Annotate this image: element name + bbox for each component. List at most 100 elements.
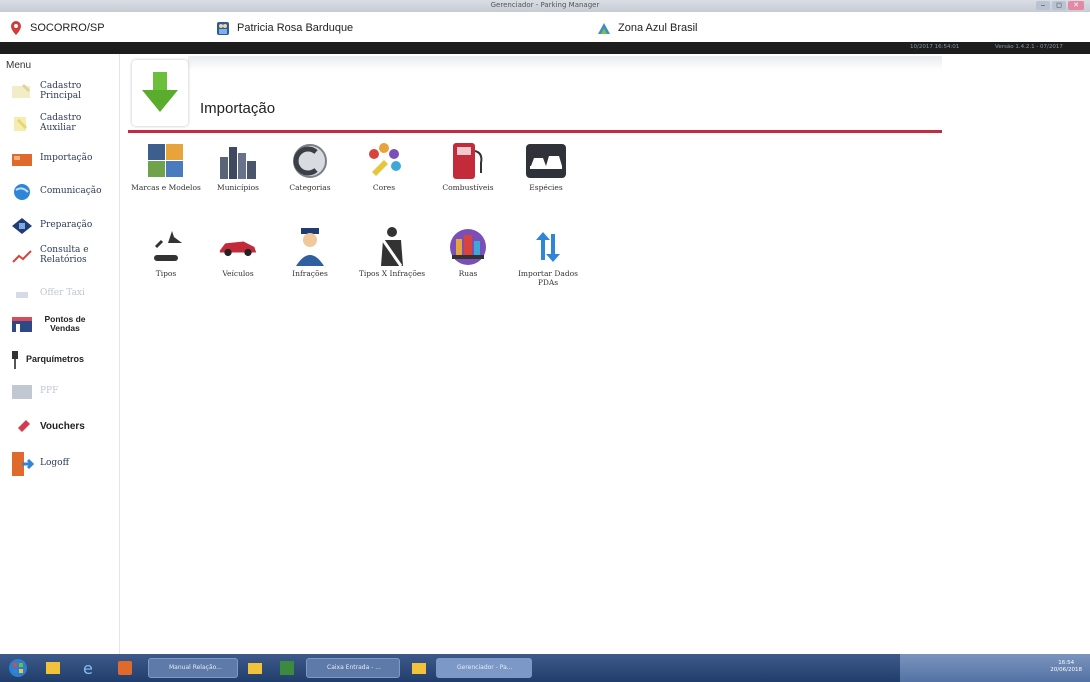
tile-importar-dados-pdas[interactable]: Importar Dados PDAs bbox=[510, 228, 586, 287]
plane-car-icon bbox=[150, 231, 182, 261]
explorer-taskbar-icon[interactable] bbox=[410, 658, 428, 678]
tile-label: Tipos bbox=[155, 269, 177, 278]
title-divider bbox=[128, 130, 942, 133]
location-pin-icon bbox=[11, 21, 21, 35]
tile-veiculos[interactable]: Veículos bbox=[200, 228, 276, 279]
system-tray: 16:54 20/06/2018 bbox=[900, 654, 1090, 682]
puzzle-icon bbox=[148, 144, 183, 177]
menu-title: Menu bbox=[6, 60, 32, 71]
page-icon-frame bbox=[132, 60, 188, 126]
city-indicator: SOCORRO/SP bbox=[8, 20, 105, 36]
sidebar-item-pontos-vendas[interactable]: Pontos de Vendas bbox=[10, 314, 90, 334]
maximize-button[interactable]: ◻ bbox=[1052, 1, 1066, 10]
minimize-button[interactable]: – bbox=[1036, 1, 1050, 10]
fuel-pump-icon bbox=[453, 143, 483, 179]
tile-municipios[interactable]: Municípios bbox=[200, 142, 276, 193]
sidebar-item-comunicacao[interactable]: Comunicação bbox=[10, 182, 102, 202]
street-icon bbox=[450, 229, 486, 265]
page-title: Importação bbox=[200, 100, 276, 117]
vehicles-icon bbox=[526, 144, 566, 178]
sidebar-item-importacao[interactable]: Importação bbox=[10, 149, 92, 169]
car-icon bbox=[219, 241, 257, 257]
tile-categorias[interactable]: Categorias bbox=[272, 142, 348, 193]
user-indicator: Patricia Rosa Barduque bbox=[215, 20, 353, 36]
tile-cores[interactable]: Cores bbox=[346, 142, 422, 193]
tile-label: Ruas bbox=[458, 269, 478, 278]
clock-time: 16:54 bbox=[1058, 660, 1075, 666]
import-icon bbox=[12, 154, 32, 166]
sidebar-item-offer-taxi[interactable]: Offer Taxi bbox=[10, 284, 85, 304]
tile-label: Infrações bbox=[292, 269, 328, 278]
city-icon bbox=[220, 147, 256, 179]
window-controls: – ◻ ✕ bbox=[1036, 1, 1084, 10]
sidebar-item-label: Vouchers bbox=[40, 420, 85, 432]
sidebar-item-consulta-relatorios[interactable]: Consulta e Relatórios bbox=[10, 245, 119, 266]
taskbar-item-caixa-entrada[interactable]: Caixa Entrada - ... bbox=[306, 658, 400, 678]
tile-label: Tipos X Infrações bbox=[358, 269, 426, 278]
sidebar-item-preparacao[interactable]: Preparação bbox=[10, 216, 92, 236]
sidebar-item-label: Pontos de Vendas bbox=[44, 313, 86, 333]
tile-tipos-x-infracoes[interactable]: Tipos X Infrações bbox=[354, 227, 430, 279]
device-icon bbox=[12, 218, 32, 234]
files-taskbar-icon[interactable] bbox=[44, 658, 62, 678]
tile-infracoes[interactable]: Infrações bbox=[272, 228, 348, 279]
download-arrow-icon bbox=[142, 72, 178, 112]
sidebar-item-ppf[interactable]: PPF bbox=[10, 382, 58, 402]
pencil-note-icon bbox=[14, 117, 28, 131]
sidebar-item-vouchers[interactable]: Vouchers bbox=[10, 416, 85, 436]
sidebar-item-label: PPF bbox=[40, 386, 59, 397]
company-indicator: Zona Azul Brasil bbox=[596, 20, 697, 36]
tile-label: Categorias bbox=[289, 183, 331, 192]
palette-icon bbox=[369, 143, 401, 176]
content-top-shade bbox=[188, 56, 942, 70]
sidebar-item-cadastro-principal[interactable]: Cadastro Principal bbox=[10, 81, 119, 102]
app-taskbar-icon[interactable] bbox=[116, 658, 134, 678]
version-info: Versão 1.4.2.1 - 07/2017 bbox=[995, 44, 1063, 50]
sidebar-item-parquimetros[interactable]: Parquímetros bbox=[10, 350, 84, 370]
tile-label: Veículos bbox=[222, 269, 254, 278]
start-button-icon[interactable] bbox=[8, 658, 28, 678]
seatbelt-icon bbox=[381, 227, 403, 267]
company-logo-icon bbox=[598, 23, 610, 34]
company-name: Zona Azul Brasil bbox=[618, 22, 698, 34]
status-strip: 10/2017 16:54:01 Versão 1.4.2.1 - 07/201… bbox=[0, 42, 1090, 54]
city-name: SOCORRO/SP bbox=[30, 22, 105, 34]
folder-taskbar-icon[interactable] bbox=[246, 658, 264, 678]
officer-icon bbox=[296, 228, 324, 266]
app-header: SOCORRO/SP Patricia Rosa Barduque Zona A… bbox=[0, 12, 1090, 42]
tile-tipos[interactable]: Tipos bbox=[128, 228, 204, 279]
tile-marcas-modelos[interactable]: Marcas e Modelos bbox=[128, 142, 204, 193]
sidebar-item-label: Offer Taxi bbox=[40, 288, 85, 299]
tile-label: Importar Dados PDAs bbox=[517, 269, 579, 287]
user-name: Patricia Rosa Barduque bbox=[237, 22, 354, 34]
close-button[interactable]: ✕ bbox=[1068, 1, 1084, 10]
tile-combustiveis[interactable]: Combustíveis bbox=[430, 142, 506, 193]
sidebar-item-label: Comunicação bbox=[40, 186, 102, 197]
categories-icon bbox=[293, 144, 327, 178]
tile-label: Cores bbox=[372, 183, 396, 192]
taskbar-item-manual[interactable]: Manual Relação... bbox=[148, 658, 238, 678]
sidebar-menu: Menu Cadastro Principal Cadastro Auxilia… bbox=[0, 54, 120, 654]
tile-label: Marcas e Modelos bbox=[131, 183, 201, 192]
sidebar-item-label: Preparação bbox=[40, 220, 93, 231]
excel-taskbar-icon[interactable] bbox=[278, 658, 296, 678]
sidebar-item-cadastro-auxiliar[interactable]: Cadastro Auxiliar bbox=[10, 113, 119, 134]
globe-icon bbox=[14, 184, 30, 200]
system-clock[interactable]: 16:54 20/06/2018 bbox=[1050, 660, 1082, 674]
sidebar-item-label: Consulta e Relatórios bbox=[40, 245, 89, 265]
sidebar-item-label: Importação bbox=[40, 153, 93, 164]
pencil-icon bbox=[12, 84, 30, 98]
store-icon bbox=[12, 317, 32, 332]
sidebar-item-label: Cadastro Auxiliar bbox=[40, 113, 82, 133]
taskbar-item-gerenciador[interactable]: Gerenciador - Pa... bbox=[436, 658, 532, 678]
sidebar-item-logoff[interactable]: Logoff bbox=[10, 450, 69, 478]
tile-label: Municípios bbox=[217, 183, 259, 192]
session-info: 10/2017 16:54:01 bbox=[910, 44, 960, 50]
tile-especies[interactable]: Espécies bbox=[508, 142, 584, 193]
sidebar-item-label: Cadastro Principal bbox=[40, 81, 82, 101]
chart-icon bbox=[12, 250, 32, 263]
browser-taskbar-icon[interactable]: e bbox=[80, 658, 98, 678]
window-title: Gerenciador - Parking Manager bbox=[490, 1, 600, 9]
tile-ruas[interactable]: Ruas bbox=[430, 228, 506, 279]
sidebar-item-label: Logoff bbox=[40, 458, 69, 469]
